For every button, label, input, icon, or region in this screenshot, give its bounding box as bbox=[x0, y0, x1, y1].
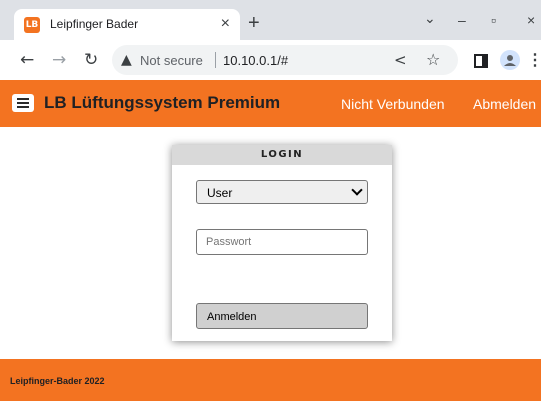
app-title: LB Lüftungssystem Premium bbox=[44, 93, 281, 112]
connection-status: Nicht Verbunden bbox=[341, 96, 445, 112]
login-button[interactable]: Anmelden bbox=[196, 303, 368, 329]
reload-icon[interactable]: ↻ bbox=[84, 50, 98, 70]
password-placeholder: Passwort bbox=[206, 236, 252, 248]
profile-avatar-glyph bbox=[504, 55, 516, 66]
user-select[interactable]: User bbox=[196, 180, 368, 204]
hamburger-menu-icon[interactable] bbox=[12, 94, 34, 112]
browser-toolbar: ← → ↻ ▲ Not secure 10.10.0.1/# < ☆ ⋮ bbox=[0, 40, 541, 80]
side-panel-icon[interactable] bbox=[474, 54, 488, 68]
login-heading: LOGIN bbox=[172, 145, 392, 165]
user-select-value: User bbox=[207, 186, 233, 200]
forward-icon[interactable]: → bbox=[52, 50, 66, 70]
login-button-label: Anmelden bbox=[207, 311, 257, 323]
address-divider bbox=[215, 52, 216, 68]
minimize-icon[interactable]: – bbox=[458, 10, 466, 30]
app-header: LB Lüftungssystem Premium Nicht Verbunde… bbox=[0, 80, 541, 127]
browser-tab[interactable]: LB Leipfinger Bader × bbox=[14, 9, 240, 40]
address-bar[interactable]: ▲ Not secure 10.10.0.1/# < ☆ bbox=[112, 45, 458, 75]
maximize-icon[interactable]: ▫ bbox=[491, 10, 496, 30]
app-footer: Leipfinger-Bader 2022 bbox=[0, 359, 541, 401]
browser-tab-strip: LB Leipfinger Bader × + ⌄ – ▫ × bbox=[0, 0, 541, 40]
password-input[interactable]: Passwort bbox=[196, 229, 368, 255]
url-text[interactable]: 10.10.0.1/# bbox=[223, 53, 288, 68]
tab-title: Leipfinger Bader bbox=[50, 17, 139, 31]
warning-icon[interactable]: ▲ bbox=[121, 51, 132, 69]
favicon-icon: LB bbox=[24, 17, 40, 33]
star-icon[interactable]: ☆ bbox=[426, 50, 440, 69]
login-card: LOGIN User Passwort Anmelden bbox=[172, 145, 392, 341]
tab-search-icon[interactable]: ⌄ bbox=[424, 8, 436, 28]
chevron-down-icon bbox=[351, 184, 363, 196]
back-icon[interactable]: ← bbox=[20, 50, 34, 70]
security-label[interactable]: Not secure bbox=[140, 53, 203, 68]
tab-close-icon[interactable]: × bbox=[221, 14, 230, 34]
new-tab-icon[interactable]: + bbox=[248, 13, 260, 33]
menu-icon[interactable]: ⋮ bbox=[527, 50, 541, 70]
footer-text: Leipfinger-Bader 2022 bbox=[10, 376, 105, 386]
share-icon[interactable]: < bbox=[394, 51, 407, 69]
logout-link[interactable]: Abmelden bbox=[473, 96, 536, 112]
profile-icon[interactable] bbox=[500, 50, 520, 70]
close-window-icon[interactable]: × bbox=[527, 10, 535, 30]
